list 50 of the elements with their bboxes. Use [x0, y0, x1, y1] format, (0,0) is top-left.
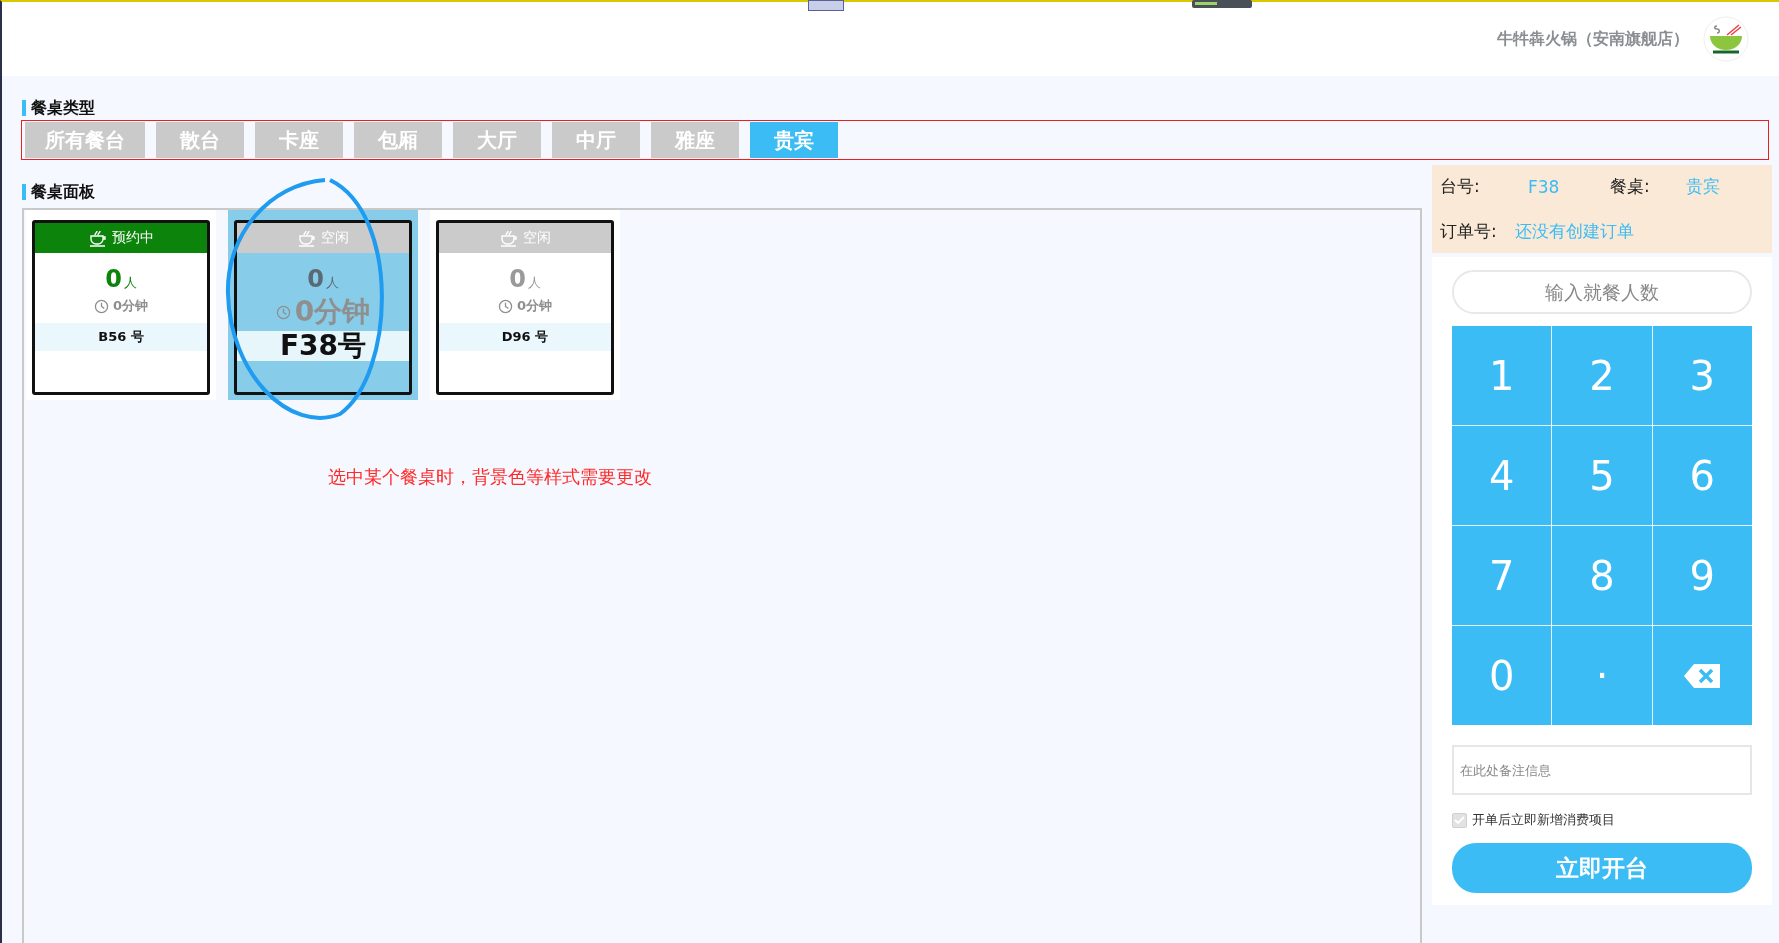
- keypad-key[interactable]: 1: [1452, 326, 1552, 425]
- order-no-label: 订单号:: [1440, 220, 1497, 243]
- cup-icon: [499, 229, 518, 247]
- annotation-note: 选中某个餐桌时，背景色等样式需要更改: [328, 465, 652, 489]
- order-no-value: 还没有创建订单: [1514, 220, 1634, 243]
- section-title: 餐桌面板: [22, 184, 95, 200]
- bowl-logo-icon: [1703, 16, 1749, 62]
- guest-unit: 人: [527, 274, 541, 292]
- guest-unit: 人: [123, 274, 137, 292]
- elapsed-time: 0分钟: [112, 297, 148, 315]
- table-name: D96 号: [501, 328, 549, 346]
- keypad-key[interactable]: 6: [1652, 426, 1752, 525]
- cup-icon: [297, 229, 316, 247]
- table-no-label: 台号:: [1440, 175, 1481, 198]
- table-type-label: 餐桌:: [1610, 175, 1651, 198]
- guest-unit: 人: [325, 274, 339, 292]
- drag-handle-icon[interactable]: [808, 0, 844, 11]
- table-name: B56 号: [98, 328, 144, 346]
- elapsed-time: 0分钟: [294, 294, 371, 330]
- guest-count-field[interactable]: 输入就餐人数: [1452, 270, 1752, 314]
- note-field[interactable]: 在此处备注信息: [1452, 745, 1752, 795]
- guest-count: 0: [105, 265, 122, 293]
- backspace-icon: [1682, 661, 1723, 690]
- keypad-key[interactable]: 0: [1452, 626, 1552, 725]
- guest-count: 0: [307, 265, 324, 293]
- checkbox-label: 开单后立即新增消费项目: [1472, 811, 1615, 829]
- keypad-key[interactable]: ·: [1552, 626, 1652, 725]
- table-type-value: 贵宾: [1686, 175, 1721, 198]
- elapsed-time: 0分钟: [516, 297, 552, 315]
- keypad-key[interactable]: 2: [1552, 326, 1652, 425]
- clock-icon: [275, 304, 291, 320]
- keypad-key[interactable]: 4: [1452, 426, 1552, 525]
- keypad-key[interactable]: 7: [1452, 526, 1552, 625]
- status-label: 预约中: [111, 229, 154, 247]
- table-name: F38号: [279, 328, 367, 364]
- keypad-key[interactable]: 9: [1652, 526, 1752, 625]
- meter-icon: [1192, 0, 1252, 8]
- clock-icon: [497, 298, 513, 314]
- guest-count: 0: [509, 265, 526, 293]
- table-no-value: F38: [1528, 176, 1561, 197]
- table-type-tab[interactable]: 贵宾: [750, 122, 838, 158]
- store-name: 牛牪犇火锅（安南旗舰店）: [1497, 28, 1689, 50]
- cup-icon: [88, 229, 107, 247]
- backspace-button[interactable]: [1652, 626, 1752, 725]
- open-table-button[interactable]: 立即开台: [1452, 843, 1752, 893]
- keypad-key[interactable]: 3: [1652, 326, 1752, 425]
- keypad-key[interactable]: 5: [1552, 426, 1652, 525]
- section-title: 餐桌类型: [22, 100, 95, 116]
- clock-icon: [93, 298, 109, 314]
- keypad-key[interactable]: 8: [1552, 526, 1652, 625]
